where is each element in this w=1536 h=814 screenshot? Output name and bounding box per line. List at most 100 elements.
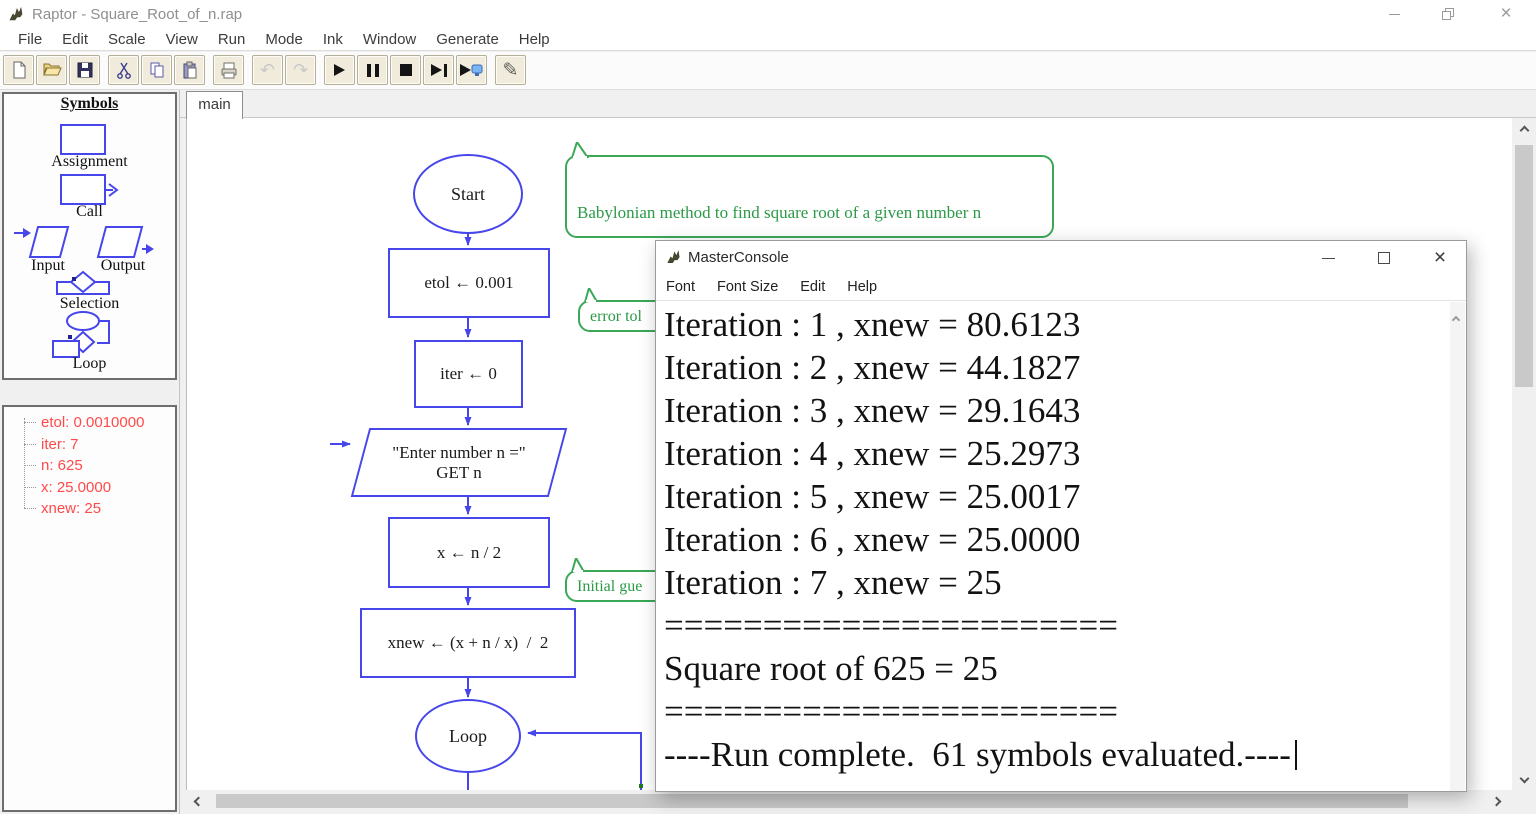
cut-button[interactable] <box>108 55 139 85</box>
pause-icon <box>366 63 371 77</box>
console-scroll-up-button[interactable] <box>1451 310 1461 328</box>
menu-run[interactable]: Run <box>208 31 256 48</box>
menu-mode[interactable]: Mode <box>255 31 313 48</box>
console-line: Iteration : 4 , xnew = 25.2973 <box>664 434 1081 473</box>
window-title: Raptor - Square_Root_of_n.rap <box>32 6 243 23</box>
close-icon: × <box>1433 246 1447 269</box>
save-button[interactable] <box>69 55 100 85</box>
variable-xnew-text: xnew: 25 <box>41 500 102 518</box>
tree-stub <box>24 443 36 445</box>
menu-scale[interactable]: Scale <box>98 31 156 48</box>
print-button[interactable] <box>213 55 244 85</box>
variable-etol[interactable]: etol: 0.0010000 <box>24 412 144 434</box>
flowchart-start-oval[interactable]: Start <box>413 154 523 234</box>
stop-button[interactable] <box>390 55 421 85</box>
symbol-label-selection[interactable]: Selection <box>2 295 177 313</box>
symbol-label-output[interactable]: Output <box>80 257 166 275</box>
comment-error-tail <box>583 288 599 302</box>
console-line: Iteration : 3 , xnew = 29.1643 <box>664 391 1081 430</box>
pause-icon-bar2 <box>374 63 379 77</box>
variable-x-text: x: 25.0000 <box>41 478 112 496</box>
menu-ink[interactable]: Ink <box>313 31 353 48</box>
menu-generate[interactable]: Generate <box>426 31 509 48</box>
tab-main[interactable]: main <box>186 91 243 119</box>
variable-n[interactable]: n: 625 <box>24 455 144 477</box>
console-minimize-button[interactable] <box>1308 245 1348 271</box>
scroll-up-button[interactable] <box>1516 122 1532 138</box>
chevron-left-icon <box>193 796 203 806</box>
variable-x[interactable]: x: 25.0000 <box>24 477 144 499</box>
symbol-label-call[interactable]: Call <box>2 203 177 221</box>
symbols-panel <box>2 92 177 380</box>
flowchart-input-text[interactable]: "Enter number n =" GET n <box>350 428 568 497</box>
step-to-call-button[interactable] <box>456 55 487 85</box>
raptor-application-window: Raptor - Square_Root_of_n.rap × File Edi… <box>0 0 1536 814</box>
console-line: Iteration : 5 , xnew = 25.0017 <box>664 477 1081 516</box>
open-folder-icon <box>42 63 62 76</box>
vertical-scrollbar-thumb[interactable] <box>1515 145 1533 387</box>
symbol-label-loop[interactable]: Loop <box>2 355 177 373</box>
console-line: Iteration : 1 , xnew = 80.6123 <box>664 305 1081 344</box>
play-button[interactable] <box>324 55 355 85</box>
step-button[interactable] <box>423 55 454 85</box>
console-menu-edit[interactable]: Edit <box>800 279 825 295</box>
minimize-button[interactable] <box>1377 4 1411 24</box>
paste-button[interactable] <box>174 55 205 85</box>
console-maximize-button[interactable] <box>1364 245 1404 271</box>
new-file-button[interactable] <box>3 55 34 85</box>
menu-view[interactable]: View <box>156 31 208 48</box>
close-button[interactable]: × <box>1489 4 1523 24</box>
console-menu-font-size[interactable]: Font Size <box>717 279 778 295</box>
flowchart-assignment-etol[interactable]: etol ← 0.001 <box>388 248 550 318</box>
menu-help[interactable]: Help <box>509 31 560 48</box>
console-menu-font[interactable]: Font <box>666 279 695 295</box>
flowchart-loop-oval[interactable]: Loop <box>415 699 521 773</box>
scroll-left-button[interactable] <box>190 793 206 809</box>
raptor-app-icon <box>9 6 23 21</box>
restore-icon <box>1442 8 1454 20</box>
selection-handle-dot <box>639 784 643 788</box>
minimize-icon <box>1388 13 1400 15</box>
variable-xnew[interactable]: xnew: 25 <box>24 498 144 520</box>
open-file-button[interactable] <box>36 55 67 85</box>
horizontal-scrollbar-thumb[interactable] <box>216 794 1408 808</box>
output-symbol-icon <box>96 226 144 258</box>
scroll-down-button[interactable] <box>1516 770 1532 786</box>
scroll-right-button[interactable] <box>1488 793 1504 809</box>
loop-symbol-icon <box>66 311 100 331</box>
console-scrollbar[interactable] <box>1450 302 1465 791</box>
console-output-area[interactable]: Iteration : 1 , xnew = 80.6123 Iteration… <box>656 302 1450 791</box>
flowchart-assignment-xnew[interactable]: xnew ← (x + n / x) / 2 <box>360 608 576 678</box>
variable-iter[interactable]: iter: 7 <box>24 434 144 456</box>
symbols-panel-title: Symbols <box>60 95 119 112</box>
console-line: Iteration : 2 , xnew = 44.1827 <box>664 348 1081 387</box>
console-menu-help[interactable]: Help <box>847 279 877 295</box>
symbol-label-assignment[interactable]: Assignment <box>2 153 177 171</box>
console-close-button[interactable]: × <box>1420 245 1460 271</box>
console-separator-line: ======================= <box>664 692 1118 731</box>
copy-button[interactable] <box>141 55 172 85</box>
console-line: Iteration : 6 , xnew = 25.0000 <box>664 520 1081 559</box>
menu-window[interactable]: Window <box>353 31 426 48</box>
console-separator-line: ======================= <box>664 606 1118 645</box>
menu-edit[interactable]: Edit <box>52 31 98 48</box>
tab-strip <box>180 90 1536 118</box>
copy-icon <box>150 62 163 78</box>
flowchart-assignment-x[interactable]: x ← n / 2 <box>388 517 550 588</box>
ink-pen-button[interactable]: ✎ <box>495 55 526 85</box>
tree-stub <box>24 508 36 510</box>
comment-banner[interactable]: Babylonian method to find square root of… <box>565 155 1054 238</box>
symbol-shapes <box>14 124 154 358</box>
redo-button[interactable]: ↷ <box>285 55 316 85</box>
restore-button[interactable] <box>1431 4 1465 24</box>
console-window-title: MasterConsole <box>688 249 789 266</box>
symbol-label-input[interactable]: Input <box>8 257 88 275</box>
chevron-up-icon <box>1519 125 1529 135</box>
flowchart-assignment-iter[interactable]: iter ← 0 <box>414 340 523 408</box>
console-title-bar: MasterConsole × <box>656 241 1466 274</box>
new-file-icon <box>13 61 25 79</box>
menu-file[interactable]: File <box>8 31 52 48</box>
undo-button[interactable]: ↶ <box>252 55 283 85</box>
pause-button[interactable] <box>357 55 388 85</box>
variable-etol-text: etol: 0.0010000 <box>41 414 145 432</box>
